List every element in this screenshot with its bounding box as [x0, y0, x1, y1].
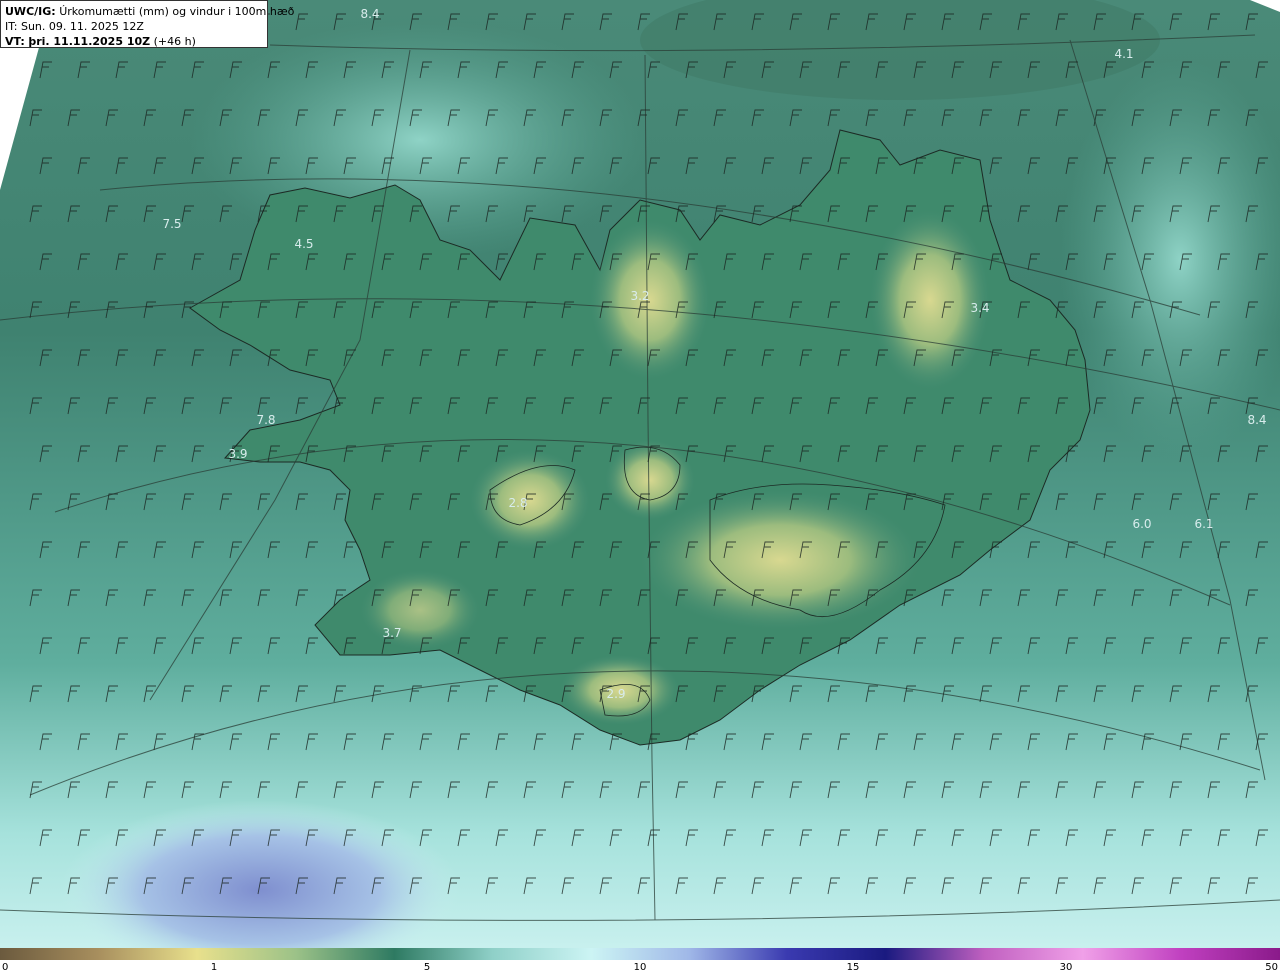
map-value-label: 2.8	[508, 496, 527, 510]
map-value-label: 7.8	[256, 413, 275, 427]
colorbar-tick-label: 1	[210, 962, 218, 973]
map-value-label: 8.4	[1247, 413, 1266, 427]
map-value-label: 3.7	[382, 626, 401, 640]
colorbar-tick-label: 30	[1059, 962, 1073, 973]
lead-time: (+46 h)	[153, 35, 196, 48]
colorbar-tick-label: 15	[846, 962, 860, 973]
colorbar-tick-label: 5	[423, 962, 431, 973]
map-value-label: 7.5	[162, 217, 181, 231]
map-value-label: 6.0	[1132, 517, 1151, 531]
colorbar-tick-label: 50	[1265, 962, 1278, 973]
map-value-label: 3.4	[970, 301, 989, 315]
colorbar-tick-label: 0	[2, 962, 9, 973]
map-value-label: 6.1	[1194, 517, 1213, 531]
valid-label: VT:	[5, 35, 25, 48]
map-info-box: UWC/IG: Úrkomumætti (mm) og vindur i 100…	[0, 0, 294, 48]
map-value-label: 4.5	[294, 237, 313, 251]
colorbar-ticks: 0 1 5 10 15 30 50	[0, 962, 1280, 978]
valid-time: þri. 11.11.2025 10Z	[28, 35, 151, 48]
init-time: IT: Sun. 09. 11. 2025 12Z	[5, 20, 144, 33]
map-value-label: 2.9	[606, 687, 625, 701]
model-label: UWC/IG:	[5, 5, 56, 18]
map-value-label: 8.4	[360, 7, 379, 21]
colorbar-tick-label: 10	[633, 962, 647, 973]
map-value-label: 3.9	[228, 447, 247, 461]
precipitation-colorbar	[0, 948, 1280, 960]
map-value-label: 3.2	[630, 289, 649, 303]
weather-map: 8.4 4.1 7.5 4.5 3.2 3.4 7.8 3.9 2.8 8.4 6.0 6.1 3.7 2…	[0, 0, 1280, 948]
map-value-label: 4.1	[1114, 47, 1133, 61]
map-title: Úrkomumætti (mm) og vindur i 100m hæð	[59, 5, 295, 18]
